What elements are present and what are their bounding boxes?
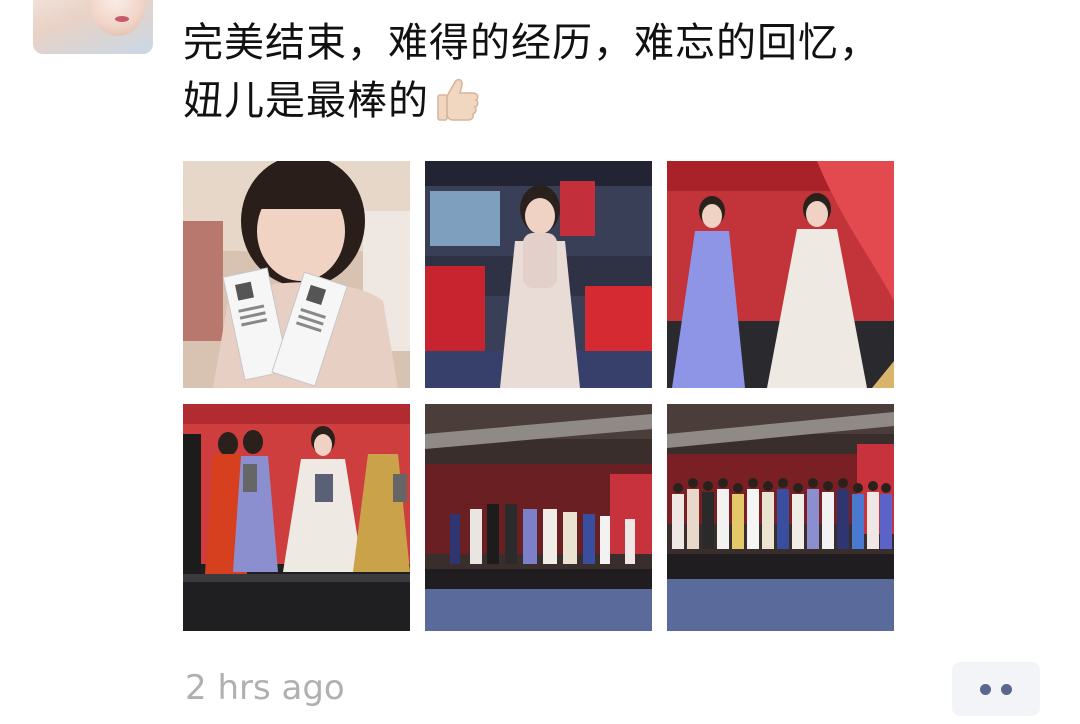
photo-5[interactable]: [425, 404, 652, 631]
post-text-line-2: 妞儿是最棒的: [183, 78, 429, 124]
photo-4[interactable]: [183, 404, 410, 631]
avatar-lips: [115, 16, 129, 22]
more-dots-icon: [980, 683, 991, 695]
more-dots-icon: [1001, 683, 1012, 695]
photo-6[interactable]: [667, 404, 894, 631]
photo-3[interactable]: [667, 161, 894, 388]
post-timestamp: 2 hrs ago: [185, 668, 345, 708]
post-text-line-2-wrap: 妞儿是最棒的: [183, 72, 1053, 130]
avatar[interactable]: [33, 0, 153, 54]
thumbs-up-icon: [433, 74, 483, 124]
moments-post: 完美结束，难得的经历，难忘的回忆， 妞儿是最棒的 2 hrs ago: [0, 0, 1080, 724]
photo-1[interactable]: [183, 161, 410, 388]
more-button[interactable]: [952, 662, 1040, 716]
post-text-line-1: 完美结束，难得的经历，难忘的回忆，: [183, 20, 880, 66]
photo-grid: [183, 161, 895, 631]
post-text: 完美结束，难得的经历，难忘的回忆， 妞儿是最棒的: [183, 14, 1053, 130]
photo-2[interactable]: [425, 161, 652, 388]
